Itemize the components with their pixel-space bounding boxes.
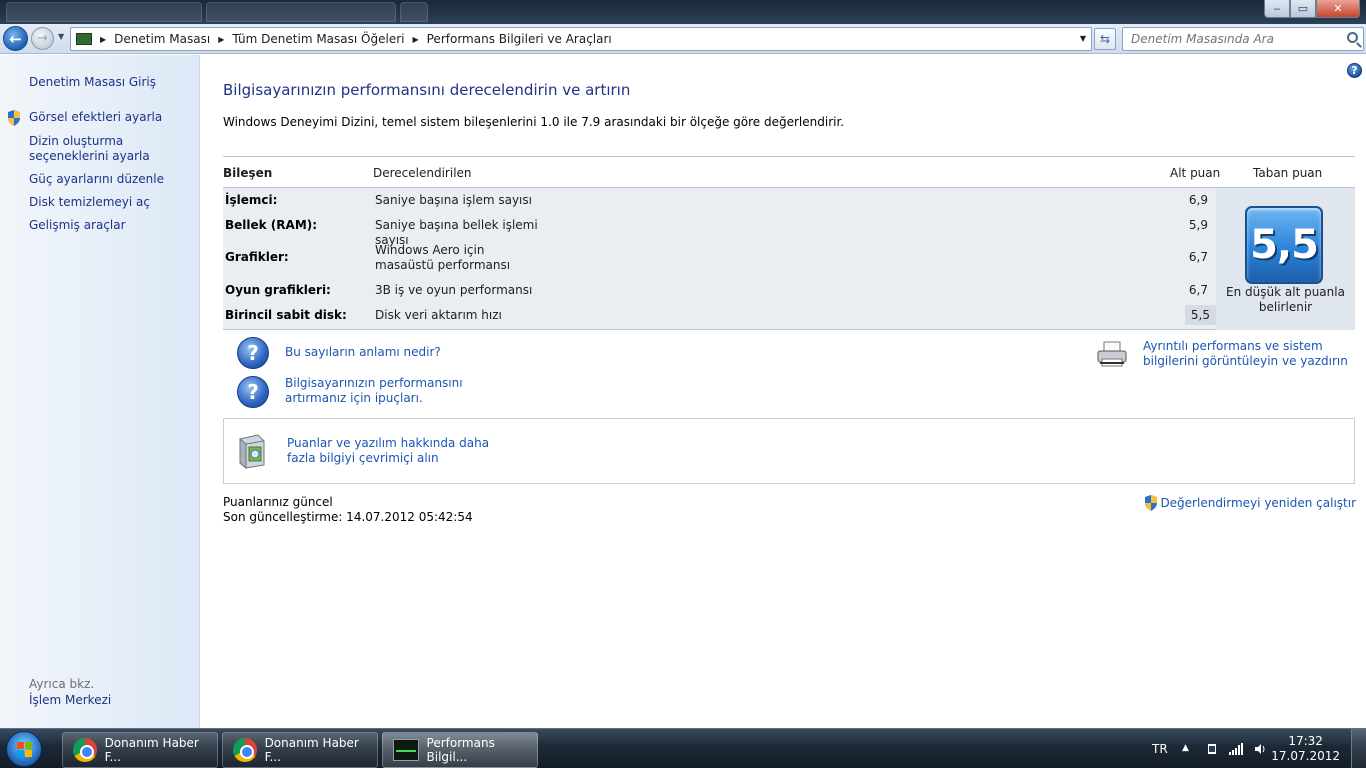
- sidebar-item-power-settings[interactable]: Güç ayarlarını düzenle: [29, 172, 191, 187]
- sidebar-item-disk-cleanup[interactable]: Disk temizlemeyi aç: [29, 195, 191, 210]
- component-label: Birincil sabit disk:: [225, 308, 347, 322]
- clock[interactable]: 17:32 17.07.2012: [1271, 734, 1340, 764]
- clock-date: 17.07.2012: [1271, 749, 1340, 763]
- main-content: ? Bilgisayarınızın performansını derecel…: [201, 55, 1366, 728]
- component-label: Grafikler:: [225, 250, 289, 264]
- rerun-assessment-label[interactable]: Değerlendirmeyi yeniden çalıştır: [1160, 496, 1356, 510]
- control-panel-icon: [76, 33, 92, 45]
- sidebar-item-advanced-tools[interactable]: Gelişmiş araçlar: [29, 218, 191, 233]
- see-also-heading: Ayrıca bkz.: [29, 677, 95, 691]
- back-button[interactable]: ←: [3, 26, 28, 51]
- show-hidden-icons-icon[interactable]: ▲: [1182, 743, 1196, 755]
- title-bar: ‒ ▭ ✕: [0, 0, 1366, 24]
- taskbar-item-active[interactable]: Performans Bilgil...: [382, 732, 538, 768]
- maximize-button[interactable]: ▭: [1290, 0, 1316, 18]
- component-label: İşlemci:: [225, 193, 278, 207]
- chrome-icon: [73, 738, 97, 762]
- minimize-button[interactable]: ‒: [1264, 0, 1290, 18]
- online-info-link[interactable]: Puanlar ve yazılım hakkında daha fazla b…: [287, 436, 507, 466]
- subscore-value: 6,7: [1188, 283, 1208, 297]
- taskbar-item-label: Donanım Haber F...: [104, 736, 199, 764]
- taskbar: Donanım Haber F... Donanım Haber F... Pe…: [0, 728, 1366, 768]
- sidebar-item-control-panel-home[interactable]: Denetim Masası Giriş: [29, 75, 191, 90]
- rated-description: Windows Aero için masaüstü performansı: [375, 243, 511, 272]
- taskbar-item[interactable]: Donanım Haber F...: [62, 732, 218, 768]
- breadcrumb-item[interactable]: Tüm Denetim Masası Öğeleri: [232, 32, 404, 46]
- question-icon: ?: [237, 337, 269, 369]
- what-do-numbers-mean-link[interactable]: Bu sayıların anlamı nedir?: [285, 345, 441, 360]
- system-tray: ▲: [1182, 729, 1276, 768]
- rated-description: 3B iş ve oyun performansı: [375, 283, 533, 297]
- base-score-cell: 5,5 En düşük alt puanla belirlenir: [1216, 188, 1355, 330]
- breadcrumb-item[interactable]: Performans Bilgileri ve Araçları: [427, 32, 612, 46]
- sidebar-item-action-center[interactable]: İşlem Merkezi: [29, 693, 191, 708]
- performance-monitor-icon: [393, 739, 419, 761]
- rated-description: Disk veri aktarım hızı: [375, 308, 502, 322]
- page-title: Bilgisayarınızın performansını derecelen…: [223, 81, 631, 99]
- recent-pages-dropdown-icon[interactable]: ▼: [58, 32, 64, 41]
- clock-time: 17:32: [1288, 734, 1323, 748]
- caption-buttons: ‒ ▭ ✕: [1264, 0, 1360, 18]
- software-box-icon: [239, 434, 265, 469]
- taskbar-item-label: Donanım Haber F...: [264, 736, 359, 764]
- table-header: Bileşen Derecelendirilen Alt puan Taban …: [223, 156, 1355, 188]
- base-score-caption: En düşük alt puanla belirlenir: [1226, 285, 1345, 314]
- action-center-flag-icon[interactable]: [1206, 743, 1218, 755]
- subscore-value: 6,7: [1188, 250, 1208, 264]
- page-description: Windows Deneyimi Dizini, temel sistem bi…: [223, 115, 845, 129]
- rated-description: Saniye başına işlem sayısı: [375, 193, 532, 207]
- taskbar-item[interactable]: Donanım Haber F...: [222, 732, 378, 768]
- last-update: Son güncelleştirme: 14.07.2012 05:42:54: [223, 510, 473, 524]
- language-indicator[interactable]: TR: [1152, 729, 1168, 768]
- chevron-right-icon[interactable]: ▶: [100, 35, 106, 44]
- base-score-badge: 5,5: [1245, 206, 1323, 284]
- chevron-down-icon[interactable]: ▼: [1080, 34, 1086, 43]
- performance-tips-link[interactable]: Bilgisayarınızın performansını artırmanı…: [285, 376, 510, 406]
- start-button[interactable]: [6, 731, 42, 767]
- show-desktop-button[interactable]: [1351, 729, 1366, 768]
- printer-icon: [1097, 341, 1127, 367]
- background-tab: [206, 2, 396, 22]
- chevron-right-icon[interactable]: ▶: [218, 35, 224, 44]
- sidebar: Denetim Masası Giriş Görsel efektleri ay…: [0, 55, 200, 728]
- component-label: Oyun grafikleri:: [225, 283, 331, 297]
- scores-status: Puanlarınız güncel: [223, 495, 333, 509]
- component-label: Bellek (RAM):: [225, 218, 318, 232]
- background-tab: [6, 2, 202, 22]
- subscore-value: 5,9: [1188, 218, 1208, 232]
- background-tab: [400, 2, 428, 22]
- table-body: İşlemci: Saniye başına işlem sayısı 6,9 …: [223, 188, 1355, 330]
- uac-shield-icon: [1145, 495, 1158, 511]
- sidebar-item-visual-effects[interactable]: Görsel efektleri ayarla: [29, 110, 191, 125]
- help-icon[interactable]: ?: [1347, 63, 1362, 78]
- search-box[interactable]: [1122, 27, 1364, 51]
- question-icon: ?: [237, 376, 269, 408]
- taskbar-item-label: Performans Bilgil...: [426, 736, 495, 764]
- online-info-box: Puanlar ve yazılım hakkında daha fazla b…: [223, 418, 1355, 484]
- uac-shield-icon: [8, 110, 20, 126]
- network-signal-icon[interactable]: [1228, 743, 1244, 755]
- subscore-value-lowest: 5,5: [1184, 305, 1216, 325]
- refresh-button[interactable]: ⇆: [1094, 28, 1116, 50]
- column-header-basescore: Taban puan: [1253, 166, 1323, 180]
- volume-icon[interactable]: [1254, 743, 1266, 755]
- address-bar[interactable]: ▶ Denetim Masası ▶ Tüm Denetim Masası Öğ…: [70, 27, 1092, 51]
- detailed-info-link[interactable]: Ayrıntılı performans ve sistem bilgileri…: [1143, 339, 1358, 369]
- sidebar-item-indexing-options[interactable]: Dizin oluşturma seçeneklerini ayarla: [29, 134, 191, 164]
- subscore-value: 6,9: [1188, 193, 1208, 207]
- close-button[interactable]: ✕: [1316, 0, 1360, 18]
- column-header-rated: Derecelendirilen: [373, 166, 472, 180]
- navigation-bar: ← → ▼ ▶ Denetim Masası ▶ Tüm Denetim Mas…: [0, 24, 1366, 54]
- rerun-assessment-link[interactable]: Değerlendirmeyi yeniden çalıştır: [1144, 495, 1356, 511]
- forward-button[interactable]: →: [31, 27, 54, 50]
- score-table: Bileşen Derecelendirilen Alt puan Taban …: [223, 156, 1355, 330]
- column-header-subscore: Alt puan: [1170, 166, 1221, 180]
- chrome-icon: [233, 738, 257, 762]
- column-header-component: Bileşen: [223, 166, 273, 180]
- search-icon[interactable]: [1347, 32, 1358, 43]
- search-input[interactable]: [1131, 32, 1341, 46]
- breadcrumb-item[interactable]: Denetim Masası: [114, 32, 210, 46]
- chevron-right-icon[interactable]: ▶: [412, 35, 418, 44]
